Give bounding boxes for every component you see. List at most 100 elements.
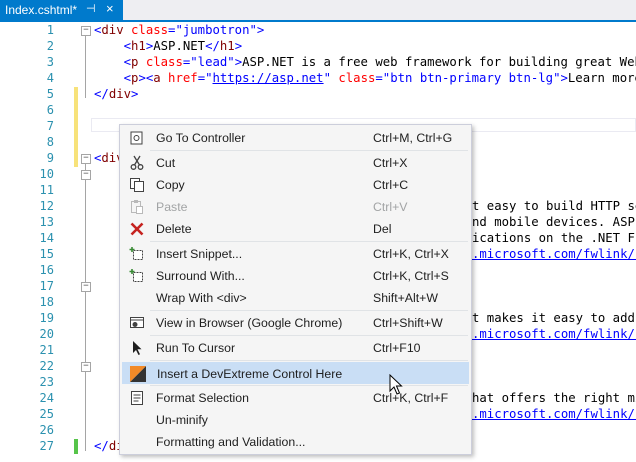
code-line: t easy to build HTTP se bbox=[472, 199, 636, 213]
line-number: 18 bbox=[39, 295, 54, 309]
collapse-icon[interactable]: − bbox=[81, 26, 91, 36]
delete-x-icon bbox=[130, 222, 144, 236]
line-number: 5 bbox=[46, 87, 54, 101]
line-number: 19 bbox=[39, 311, 54, 325]
code-line: <p><a href="https://asp.net" class="btn … bbox=[123, 71, 636, 85]
copy-icon bbox=[130, 178, 144, 192]
surround-with-icon bbox=[129, 269, 143, 282]
collapse-icon[interactable]: − bbox=[81, 170, 91, 180]
code-line: hat offers the right mi bbox=[472, 391, 636, 405]
line-number: 8 bbox=[46, 135, 54, 149]
menu-item-cut[interactable]: Cut Ctrl+X bbox=[122, 152, 469, 174]
menu-separator bbox=[150, 241, 468, 242]
menu-item-formatting-and-validation[interactable]: Formatting and Validation... bbox=[122, 431, 469, 453]
fold-guide bbox=[85, 161, 86, 451]
menu-item-run-to-cursor[interactable]: Run To Cursor Ctrl+F10 bbox=[122, 337, 469, 359]
menu-item-wrap-with-div[interactable]: Wrap With <div> Shift+Alt+W bbox=[122, 287, 469, 309]
line-number: 25 bbox=[39, 407, 54, 421]
menu-item-un-minify[interactable]: Un-minify bbox=[122, 409, 469, 431]
menu-item-label: View in Browser (Google Chrome) bbox=[156, 316, 343, 330]
menu-item-shortcut: Shift+Alt+W bbox=[373, 291, 438, 305]
format-selection-icon bbox=[131, 391, 143, 405]
line-number: 16 bbox=[39, 263, 54, 277]
code-line: <h1>ASP.NET</h1> bbox=[123, 39, 243, 53]
tab-title: Index.cshtml* bbox=[5, 3, 78, 17]
line-number: 23 bbox=[39, 375, 54, 389]
menu-item-label: Run To Cursor bbox=[156, 341, 236, 355]
line-number: 14 bbox=[39, 231, 54, 245]
menu-separator bbox=[150, 360, 468, 361]
menu-item-label: Un-minify bbox=[156, 413, 208, 427]
line-number: 10 bbox=[39, 167, 54, 181]
line-number: 22 bbox=[39, 359, 54, 373]
menu-item-view-in-browser[interactable]: View in Browser (Google Chrome) Ctrl+Shi… bbox=[122, 312, 469, 334]
menu-item-label: Insert a DevExtreme Control Here bbox=[157, 367, 343, 381]
menu-item-shortcut: Ctrl+Shift+W bbox=[373, 316, 443, 330]
collapse-icon[interactable]: − bbox=[81, 154, 91, 164]
line-number: 1 bbox=[46, 23, 54, 37]
menu-item-label: Copy bbox=[156, 178, 185, 192]
line-number: 20 bbox=[39, 327, 54, 341]
menu-item-label: Format Selection bbox=[156, 391, 249, 405]
code-line: <div class="jumbotron"> bbox=[94, 23, 265, 37]
code-line: ications on the .NET Fr bbox=[472, 231, 636, 245]
menu-item-shortcut: Del bbox=[373, 222, 392, 236]
mouse-pointer-icon bbox=[389, 374, 403, 395]
menu-item-go-to-controller[interactable]: Go To Controller Ctrl+M, Ctrl+G bbox=[122, 127, 469, 149]
code-line: nd mobile devices. ASP. bbox=[472, 215, 636, 229]
modified-change-bar bbox=[74, 87, 78, 167]
line-number: 4 bbox=[46, 71, 54, 85]
menu-item-copy[interactable]: Copy Ctrl+C bbox=[122, 174, 469, 196]
document-tab-bar: Index.cshtml* ⊣ × bbox=[0, 0, 636, 22]
line-number: 11 bbox=[39, 183, 54, 197]
line-number-gutter: 1 2 3 4 5 6 7 8 9 10 11 12 13 14 15 16 1… bbox=[0, 22, 62, 462]
line-number: 27 bbox=[39, 439, 54, 453]
menu-item-insert-snippet[interactable]: Insert Snippet... Ctrl+K, Ctrl+X bbox=[122, 243, 469, 265]
go-to-controller-icon bbox=[130, 131, 143, 145]
line-number: 2 bbox=[46, 39, 54, 53]
code-hyperlink: .microsoft.com/fwlink/? bbox=[472, 407, 636, 421]
menu-item-shortcut: Ctrl+X bbox=[373, 156, 408, 170]
line-number: 7 bbox=[46, 119, 54, 133]
menu-item-label: Cut bbox=[156, 156, 176, 170]
menu-item-surround-with[interactable]: Surround With... Ctrl+K, Ctrl+S bbox=[122, 265, 469, 287]
code-line: </div> bbox=[94, 87, 139, 101]
saved-change-bar bbox=[74, 439, 78, 454]
code-hyperlink: .microsoft.com/fwlink/? bbox=[472, 327, 636, 341]
menu-item-label: Formatting and Validation... bbox=[156, 435, 306, 449]
code-line: <p class="lead">ASP.NET is a free web fr… bbox=[123, 55, 636, 69]
menu-item-label: Go To Controller bbox=[156, 131, 246, 145]
line-number: 13 bbox=[39, 215, 54, 229]
collapse-icon[interactable]: − bbox=[81, 282, 91, 292]
line-number: 6 bbox=[46, 103, 54, 117]
code-line: t makes it easy to add, bbox=[472, 311, 636, 325]
line-number: 15 bbox=[39, 247, 54, 261]
line-number: 12 bbox=[39, 199, 54, 213]
menu-item-shortcut: Ctrl+F10 bbox=[373, 341, 421, 355]
menu-item-format-selection[interactable]: Format Selection Ctrl+K, Ctrl+F bbox=[122, 387, 469, 409]
menu-item-label: Paste bbox=[156, 200, 188, 214]
menu-item-shortcut: Ctrl+C bbox=[373, 178, 409, 192]
menu-item-shortcut: Ctrl+V bbox=[373, 200, 408, 214]
paste-icon bbox=[131, 200, 143, 214]
tab-index-cshtml[interactable]: Index.cshtml* ⊣ × bbox=[0, 0, 123, 20]
line-number: 24 bbox=[39, 391, 54, 405]
scissors-icon bbox=[130, 155, 144, 170]
menu-separator bbox=[150, 385, 468, 386]
menu-item-shortcut: Ctrl+K, Ctrl+X bbox=[373, 247, 449, 261]
collapse-icon[interactable]: − bbox=[81, 362, 91, 372]
line-number: 21 bbox=[39, 343, 54, 357]
line-number: 17 bbox=[39, 279, 54, 293]
line-number: 9 bbox=[46, 151, 54, 165]
line-number: 26 bbox=[39, 423, 54, 437]
close-icon[interactable]: × bbox=[106, 1, 114, 16]
menu-item-delete[interactable]: Delete Del bbox=[122, 218, 469, 240]
menu-item-paste[interactable]: Paste Ctrl+V bbox=[122, 196, 469, 218]
pin-icon[interactable]: ⊣ bbox=[86, 2, 96, 15]
editor-context-menu: Go To Controller Ctrl+M, Ctrl+G Cut Ctrl… bbox=[119, 124, 472, 455]
menu-item-insert-devextreme-control[interactable]: Insert a DevExtreme Control Here bbox=[122, 362, 469, 384]
menu-separator bbox=[150, 335, 468, 336]
insert-snippet-icon bbox=[129, 247, 143, 260]
fold-guide bbox=[85, 33, 86, 98]
menu-separator bbox=[150, 310, 468, 311]
